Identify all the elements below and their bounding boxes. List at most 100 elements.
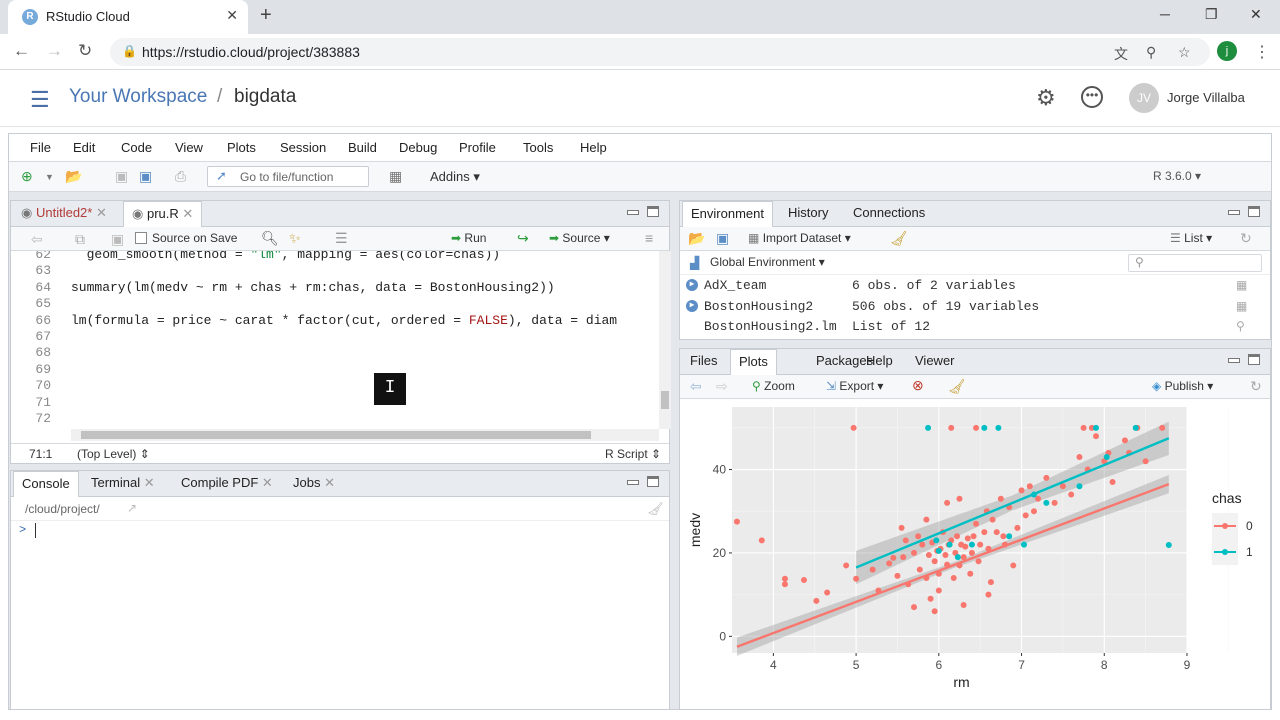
source-on-save-checkbox[interactable]	[135, 232, 147, 244]
environment-scope-dropdown[interactable]: Global Environment ▾	[710, 255, 825, 269]
maximize-pane-icon[interactable]	[1248, 206, 1260, 217]
magic-wand-icon[interactable]: ✨︎	[289, 230, 301, 247]
go-to-directory-icon[interactable]: ↗	[127, 501, 137, 515]
close-tab-icon[interactable]: ✕	[182, 206, 193, 221]
broom-icon[interactable]: 🧹︎	[890, 230, 908, 247]
outline-icon[interactable]: ≡	[645, 230, 653, 246]
browser-profile-avatar[interactable]: j	[1217, 41, 1237, 61]
close-tab-icon[interactable]: ✕	[324, 475, 335, 490]
run-button[interactable]: ➡ Run	[451, 231, 486, 245]
publish-dropdown[interactable]: ◈ Publish ▾	[1152, 379, 1213, 393]
load-workspace-icon[interactable]: 📂	[688, 230, 705, 247]
tab-terminal[interactable]: Terminal ✕	[83, 471, 163, 496]
expand-object-icon[interactable]: ▶	[686, 279, 698, 291]
tab-plots[interactable]: Plots	[730, 349, 777, 375]
tab-jobs[interactable]: Jobs ✕	[285, 471, 343, 496]
restore-window-icon[interactable]: ❐	[1205, 6, 1218, 23]
save-icon[interactable]: ▣	[111, 231, 124, 248]
goto-file-function-input[interactable]: ➚ Go to file/function	[207, 166, 369, 187]
save-workspace-icon[interactable]: ▣	[716, 230, 729, 247]
save-icon[interactable]: ▣	[115, 168, 128, 185]
code-area[interactable]: 62 geom_smooth(method = "lm", mapping = …	[11, 251, 659, 429]
workspace-link[interactable]: Your Workspace	[69, 86, 207, 108]
compile-report-icon[interactable]: ☰	[335, 230, 348, 247]
console-output[interactable]: >	[11, 521, 669, 709]
maximize-pane-icon[interactable]	[647, 206, 659, 217]
zoom-icon[interactable]: ⚲	[1146, 44, 1156, 61]
editor-tab-untitled2[interactable]: ◉ Untitled2* ✕	[13, 201, 115, 226]
hamburger-menu-icon[interactable]: ☰	[30, 87, 50, 113]
view-table-icon[interactable]: ▦	[1236, 299, 1247, 313]
gear-icon[interactable]: ⚙	[1036, 85, 1056, 111]
minimize-pane-icon[interactable]	[627, 210, 639, 215]
tab-files[interactable]: Files	[682, 349, 725, 374]
view-mode-dropdown[interactable]: ☰ List ▾	[1170, 231, 1212, 245]
menu-code[interactable]: Code	[121, 140, 152, 155]
maximize-pane-icon[interactable]	[1248, 354, 1260, 365]
source-button[interactable]: ➡ Source ▾	[549, 231, 610, 245]
close-tab-icon[interactable]: ✕	[226, 7, 238, 24]
minimize-window-icon[interactable]: ─	[1160, 6, 1170, 22]
save-all-icon[interactable]: ▣	[139, 168, 152, 185]
tab-environment[interactable]: Environment	[682, 201, 773, 227]
new-tab-icon[interactable]: +	[260, 4, 272, 27]
refresh-icon[interactable]: ↻	[1250, 378, 1262, 395]
environment-row[interactable]: ▶ BostonHousing2 506 obs. of 19 variables ▦	[680, 298, 1268, 318]
close-tab-icon[interactable]: ✕	[144, 475, 155, 490]
export-dropdown[interactable]: ⇲ Export ▾	[826, 379, 883, 393]
search-icon[interactable]: 🔍︎	[261, 230, 279, 247]
r-version-dropdown[interactable]: R 3.6.0 ▾	[1153, 169, 1201, 183]
address-bar[interactable]: 🔒 https://rstudio.cloud/project/383883 文…	[110, 38, 1210, 66]
refresh-icon[interactable]: ↻	[1240, 230, 1252, 247]
tab-history[interactable]: History	[780, 201, 836, 226]
remove-plot-icon[interactable]: ⊗	[912, 377, 924, 394]
broom-icon[interactable]: 🧹︎	[948, 378, 966, 395]
forward-icon[interactable]: →	[46, 41, 63, 61]
vertical-scrollbar[interactable]	[659, 251, 671, 429]
menu-session[interactable]: Session	[280, 140, 326, 155]
minimize-pane-icon[interactable]	[1228, 358, 1240, 363]
back-icon[interactable]: ←	[13, 41, 30, 61]
user-name[interactable]: Jorge Villalba	[1167, 90, 1245, 105]
menu-tools[interactable]: Tools	[523, 140, 553, 155]
environment-row[interactable]: ▶ AdX_team 6 obs. of 2 variables ▦	[680, 277, 1268, 297]
horizontal-scrollbar[interactable]	[71, 429, 659, 441]
close-tab-icon[interactable]: ✕	[262, 475, 273, 490]
close-window-icon[interactable]: ✕	[1250, 6, 1262, 23]
minimize-pane-icon[interactable]	[627, 480, 639, 485]
browser-menu-icon[interactable]: ⋮	[1254, 42, 1270, 62]
previous-plot-icon[interactable]: ⇦	[690, 378, 702, 395]
translate-icon[interactable]: 文	[1114, 44, 1128, 64]
editor-tab-pru[interactable]: ◉ pru.R ✕	[123, 201, 203, 227]
rerun-icon[interactable]: ↪	[517, 230, 529, 247]
clear-console-icon[interactable]: 🧹︎	[647, 501, 664, 517]
more-options-icon[interactable]: •••	[1081, 86, 1103, 108]
back-arrow-icon[interactable]: ⇦	[31, 231, 43, 248]
close-tab-icon[interactable]: ✕	[96, 205, 107, 220]
expand-object-icon[interactable]: ▶	[686, 299, 698, 312]
maximize-pane-icon[interactable]	[647, 476, 659, 487]
menu-build[interactable]: Build	[348, 140, 377, 155]
environment-search-input[interactable]: ⚲	[1128, 254, 1262, 272]
show-in-window-icon[interactable]: ⧉	[75, 231, 85, 248]
scope-dropdown[interactable]: (Top Level) ⇕	[77, 447, 150, 461]
environment-row[interactable]: BostonHousing2.lm List of 12 ⚲	[680, 318, 1268, 338]
menu-debug[interactable]: Debug	[399, 140, 437, 155]
import-dataset-dropdown[interactable]: ▦ Import Dataset ▾	[748, 231, 851, 245]
search-icon[interactable]: ⚲	[1236, 319, 1245, 333]
tab-compile-pdf[interactable]: Compile PDF ✕	[173, 471, 281, 496]
browser-tab[interactable]: R RStudio Cloud ✕	[8, 0, 248, 34]
menu-edit[interactable]: Edit	[73, 140, 95, 155]
grid-layout-icon[interactable]: ▦	[389, 168, 402, 185]
scrollbar-thumb[interactable]	[661, 391, 669, 409]
minimize-pane-icon[interactable]	[1228, 210, 1240, 215]
view-table-icon[interactable]: ▦	[1236, 278, 1247, 292]
tab-viewer[interactable]: Viewer	[907, 349, 963, 374]
addins-dropdown[interactable]: Addins ▾	[430, 169, 480, 185]
menu-help[interactable]: Help	[580, 140, 607, 155]
chevron-down-icon[interactable]: ▼	[45, 172, 54, 182]
menu-profile[interactable]: Profile	[459, 140, 496, 155]
menu-plots[interactable]: Plots	[227, 140, 256, 155]
user-avatar[interactable]: JV	[1129, 83, 1159, 113]
scrollbar-thumb[interactable]	[81, 431, 591, 439]
